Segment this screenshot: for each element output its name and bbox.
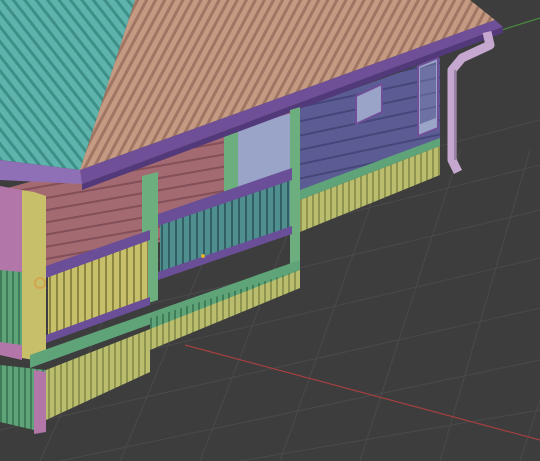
x-axis-line	[184, 344, 540, 441]
corner-post-pink	[34, 370, 46, 434]
porch-post-green-2	[290, 107, 300, 268]
porch-left-panel	[0, 270, 22, 345]
porch-post-yellow	[22, 190, 46, 362]
selection-dot	[201, 254, 205, 258]
side-window-blinds	[420, 62, 436, 124]
downspout	[447, 30, 495, 175]
3d-viewport[interactable]	[0, 0, 540, 461]
viewport-canvas[interactable]	[0, 0, 540, 461]
